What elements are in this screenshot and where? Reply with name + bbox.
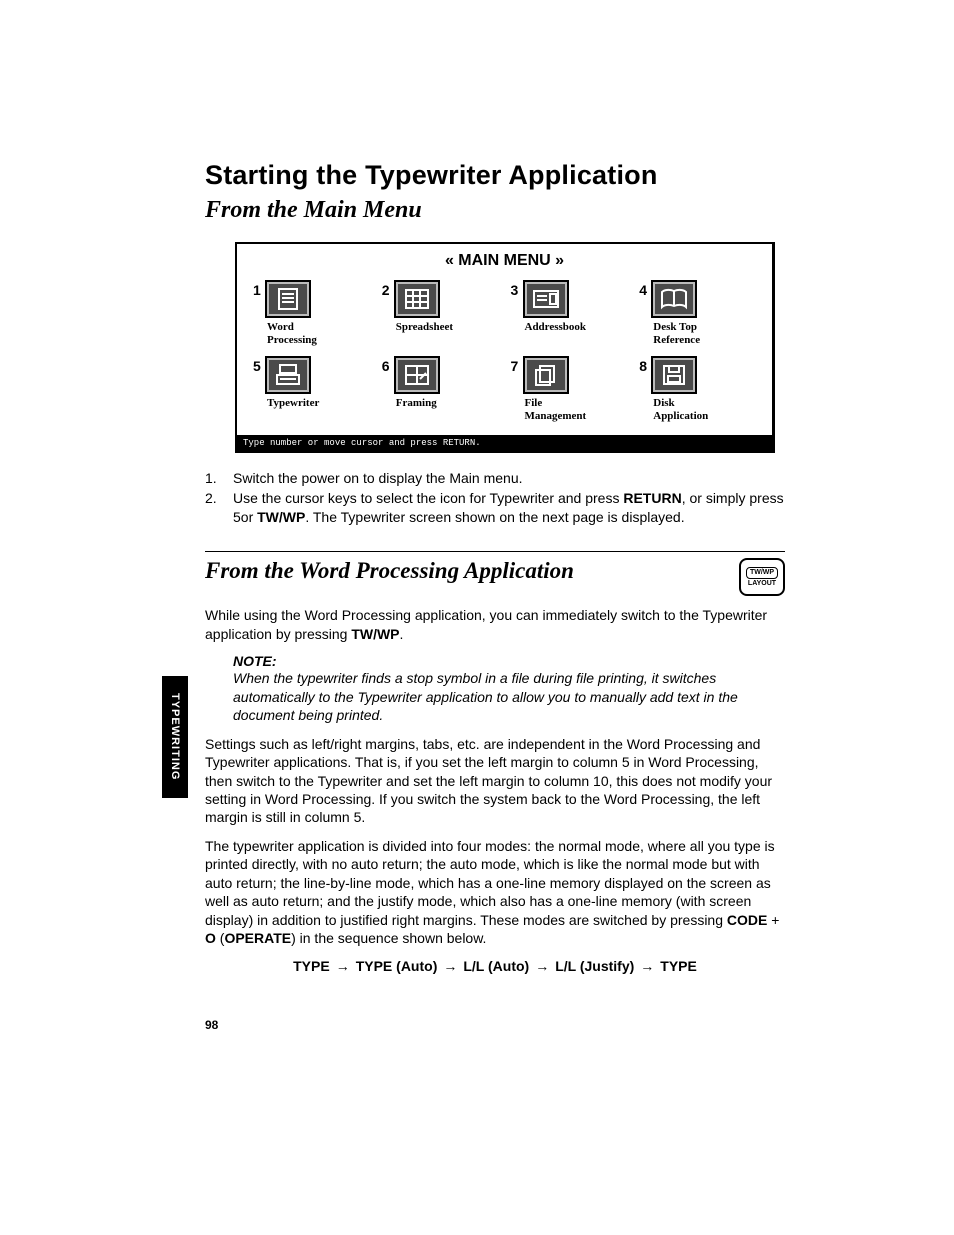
menu-item-6[interactable]: 6 Framing [376,352,505,428]
key-label-bottom: LAYOUT [748,580,776,588]
menu-item-number: 7 [511,356,523,374]
note-body: When the typewriter finds a stop symbol … [233,669,785,724]
page-number: 98 [205,1018,218,1032]
step-number: 1. [205,469,233,488]
menu-item-label: Desk TopReference [653,321,756,346]
page-subtitle: From the Main Menu [205,197,785,224]
mode-name: L/L (Justify) [555,958,634,974]
menu-item-number: 2 [382,280,394,298]
menu-item-8[interactable]: 8 DiskApplication [633,352,762,428]
step-text: Use the cursor keys to select the icon f… [233,489,785,527]
main-menu-box: « MAIN MENU » 1 WordProcessing 2 Spreadshee… [235,242,775,453]
menu-item-number: 8 [639,356,651,374]
menu-item-7[interactable]: 7 FileManagement [505,352,634,428]
instruction-step: 2.Use the cursor keys to select the icon… [205,489,785,527]
menu-item-3[interactable]: 3 Addressbook [505,276,634,352]
mode-name: TYPE [293,958,330,974]
frame-icon [394,356,440,394]
card-icon [523,280,569,318]
intro-paragraph: While using the Word Processing applicat… [205,606,785,643]
menu-item-label: DiskApplication [653,397,756,422]
key-label-top: TW/WP [746,567,778,579]
menu-item-4[interactable]: 4 Desk TopReference [633,276,762,352]
mode-name: TYPE [660,958,697,974]
twwp-key-icon: TW/WP LAYOUT [739,558,785,596]
menu-item-number: 6 [382,356,394,374]
settings-paragraph: Settings such as left/right margins, tab… [205,735,785,827]
main-menu-header: « MAIN MENU » [237,244,772,276]
menu-item-number: 4 [639,280,651,298]
menu-item-number: 5 [253,356,265,374]
menu-item-label: Typewriter [267,397,370,410]
disk-icon [651,356,697,394]
mode-name: L/L (Auto) [463,958,529,974]
mode-name: TYPE (Auto) [356,958,438,974]
step-text: Switch the power on to display the Main … [233,469,523,488]
files-icon [523,356,569,394]
arrow-icon: → [535,958,549,974]
step-number: 2. [205,489,233,527]
main-menu-footer: Type number or move cursor and press RET… [237,435,772,451]
menu-item-label: Spreadsheet [396,321,499,334]
modes-paragraph: The typewriter application is divided in… [205,837,785,948]
book-icon [651,280,697,318]
menu-item-1[interactable]: 1 WordProcessing [247,276,376,352]
note-heading: NOTE: [233,653,785,669]
section-divider [205,551,785,552]
menu-item-5[interactable]: 5 Typewriter [247,352,376,428]
menu-item-number: 3 [511,280,523,298]
menu-item-label: WordProcessing [267,321,370,346]
page-title: Starting the Typewriter Application [205,160,785,191]
arrow-icon: → [640,958,654,974]
note-block: NOTE: When the typewriter finds a stop s… [233,653,785,724]
menu-item-label: Framing [396,397,499,410]
menu-item-number: 1 [253,280,265,298]
mode-sequence: TYPE → TYPE (Auto) → L/L (Auto) → L/L (Justify… [205,958,785,974]
instruction-step: 1.Switch the power on to display the Mai… [205,469,785,488]
menu-item-2[interactable]: 2 Spreadsheet [376,276,505,352]
arrow-icon: → [336,958,350,974]
arrow-icon: → [443,958,457,974]
doc-lines-icon [265,280,311,318]
menu-item-label: Addressbook [525,321,628,334]
grid-icon [394,280,440,318]
menu-item-label: FileManagement [525,397,628,422]
typewriter-icon [265,356,311,394]
section-title-wp: From the Word Processing Application [205,558,574,584]
side-tab-typewriting: TYPEWRITING [162,676,188,798]
